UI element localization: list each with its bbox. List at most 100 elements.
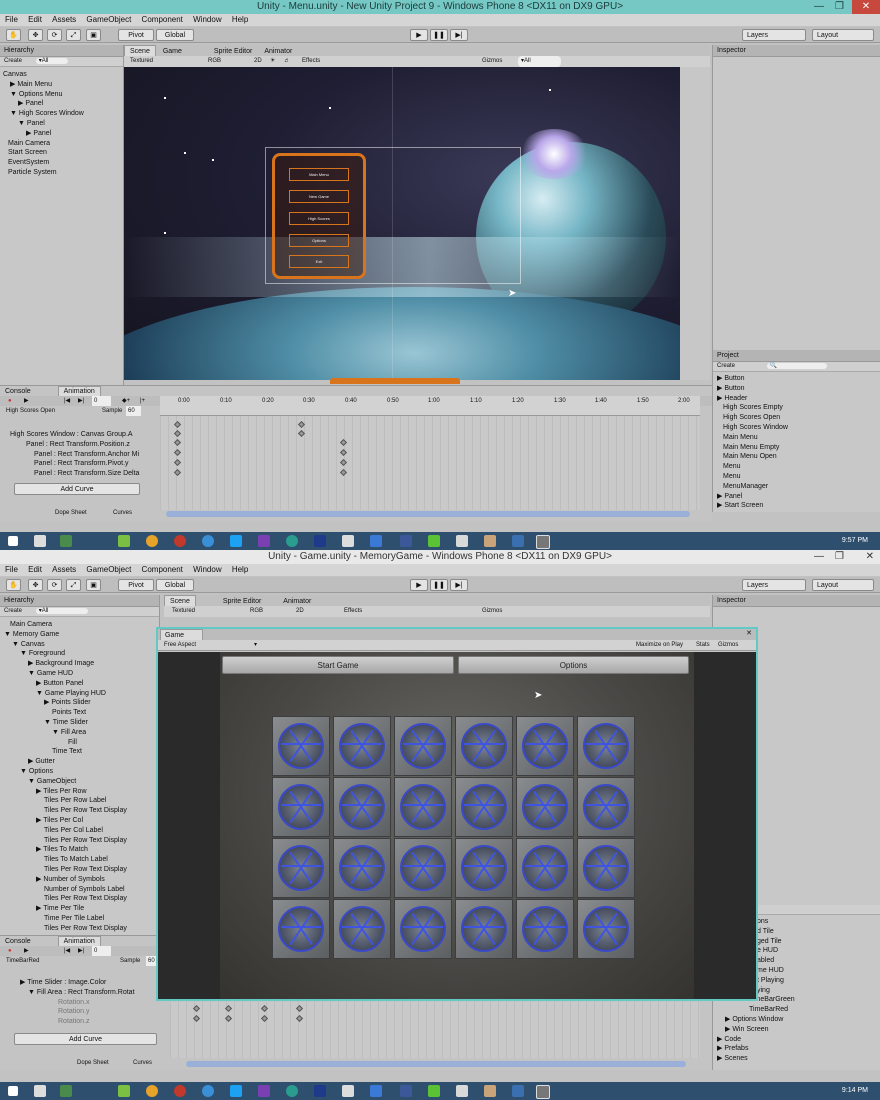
memory-tile[interactable]	[272, 899, 330, 959]
project-item[interactable]: High Scores Empty	[713, 403, 880, 413]
dope-sheet-tab[interactable]: Dope Sheet	[55, 510, 87, 516]
memory-tile[interactable]	[333, 899, 391, 959]
taskbar-app-icon[interactable]	[60, 535, 72, 547]
tree-item[interactable]: Number of Symbols Label	[0, 885, 159, 895]
memory-tile[interactable]	[516, 899, 574, 959]
menu-file[interactable]: File	[5, 565, 18, 574]
memory-tile[interactable]	[394, 777, 452, 837]
close-button[interactable]: ✕	[852, 0, 880, 14]
menu-window[interactable]: Window	[193, 565, 221, 574]
project-item[interactable]: ▶ Button	[713, 374, 880, 384]
keyframe[interactable]	[224, 1004, 233, 1013]
prev-key-icon[interactable]: |◀	[64, 396, 70, 406]
taskbar-app-icon[interactable]	[342, 535, 354, 547]
hierarchy-search[interactable]: ▾All	[35, 608, 89, 614]
maximize-on-play-toggle[interactable]: Maximize on Play	[636, 640, 683, 650]
curves-tab[interactable]: Curves	[113, 510, 132, 516]
tree-item[interactable]: ▼ Panel	[0, 119, 123, 129]
project-item[interactable]: Menu	[713, 462, 880, 472]
menu-window[interactable]: Window	[193, 15, 221, 24]
maximize-button[interactable]: ❐	[835, 0, 844, 14]
tree-item[interactable]: ▶ Gutter	[0, 757, 159, 767]
aspect-dropdown-arrow-icon[interactable]: ▾	[254, 640, 257, 650]
timeline-ruler[interactable]: 0:00 0:10 0:20 0:30 0:40 0:50 1:00 1:10 …	[160, 396, 700, 416]
tree-item[interactable]: Time Text	[0, 747, 159, 757]
clip-dropdown[interactable]: TimeBarRed	[6, 956, 39, 966]
anim-property[interactable]: ▼ Fill Area : Rect Transform.Rotat	[0, 988, 160, 998]
dope-sheet-tab[interactable]: Dope Sheet	[77, 1060, 109, 1066]
tree-item[interactable]: ▶ Tiles To Match	[0, 845, 159, 855]
curves-tab[interactable]: Curves	[133, 1060, 152, 1066]
options-menu-panel[interactable]: Main Menu New Game High Scores Options E…	[272, 153, 366, 279]
tree-item[interactable]: ▶ Tiles Per Col	[0, 816, 159, 826]
scale-tool-icon[interactable]: ⤢	[66, 29, 81, 41]
memory-tile[interactable]	[272, 777, 330, 837]
project-search[interactable]: 🔍	[766, 363, 828, 369]
tree-item[interactable]: Time Per Tile Label	[0, 914, 159, 924]
tree-item[interactable]: ▼ Options	[0, 767, 159, 777]
taskbar-app-icon[interactable]	[512, 535, 524, 547]
tree-item[interactable]: ▼ GameObject	[0, 777, 159, 787]
project-item[interactable]: Main Menu Open	[713, 452, 880, 462]
memory-tile[interactable]	[516, 716, 574, 776]
play-button[interactable]: ▶	[410, 579, 428, 591]
tree-item[interactable]: ▼ Options Menu	[0, 90, 123, 100]
exit-button[interactable]: Exit	[289, 255, 349, 268]
taskbar-app-icon[interactable]	[118, 1085, 130, 1097]
chrome-icon[interactable]	[146, 1085, 158, 1097]
step-button[interactable]: ▶|	[450, 29, 468, 41]
menu-component[interactable]: Component	[142, 15, 183, 24]
tree-item[interactable]: EventSystem	[0, 158, 123, 168]
anim-property[interactable]: Rotation.x	[0, 998, 160, 1008]
taskbar-app-icon[interactable]	[174, 535, 186, 547]
project-item[interactable]: High Scores Open	[713, 413, 880, 423]
taskbar-app-icon[interactable]	[428, 535, 440, 547]
memory-tile[interactable]	[333, 777, 391, 837]
tree-item[interactable]: Tiles Per Row Text Display	[0, 836, 159, 846]
keyframe[interactable]	[192, 1004, 201, 1013]
facebook-icon[interactable]	[400, 535, 412, 547]
global-toggle[interactable]: Global	[156, 579, 194, 591]
memory-tile[interactable]	[394, 838, 452, 898]
keyframe[interactable]	[297, 429, 306, 438]
menu-assets[interactable]: Assets	[52, 15, 76, 24]
new-game-button[interactable]: New Game	[289, 190, 349, 203]
anim-property[interactable]: Rotation.y	[0, 1007, 160, 1017]
keyframe[interactable]	[173, 420, 182, 429]
taskbar-app-icon[interactable]	[34, 1085, 46, 1097]
tree-item[interactable]: Tiles To Match Label	[0, 855, 159, 865]
chrome-icon[interactable]	[146, 535, 158, 547]
ie-icon[interactable]	[202, 535, 214, 547]
keyframe[interactable]	[339, 438, 348, 447]
tree-item[interactable]: Tiles Per Row Text Display	[0, 894, 159, 904]
photoshop-icon[interactable]	[314, 1085, 326, 1097]
rgb-dropdown[interactable]: RGB	[250, 606, 263, 617]
taskbar-app-icon[interactable]	[512, 1085, 524, 1097]
unity-icon[interactable]	[536, 535, 550, 549]
project-item[interactable]: ▶ Start Screen	[713, 501, 880, 511]
move-tool-icon[interactable]: ✥	[28, 579, 43, 591]
taskbar-app-icon[interactable]	[456, 535, 468, 547]
memory-tile[interactable]	[577, 716, 635, 776]
tree-item[interactable]: ▶ Number of Symbols	[0, 875, 159, 885]
memory-tile[interactable]	[577, 838, 635, 898]
keyframe[interactable]	[339, 458, 348, 467]
memory-tile[interactable]	[455, 838, 513, 898]
ie-icon[interactable]	[202, 1085, 214, 1097]
taskbar-app-icon[interactable]	[370, 1085, 382, 1097]
taskbar-app-icon[interactable]	[484, 535, 496, 547]
menu-gameobject[interactable]: GameObject	[86, 15, 131, 24]
rotate-tool-icon[interactable]: ⟳	[47, 29, 62, 41]
menu-edit[interactable]: Edit	[28, 15, 42, 24]
keyframe[interactable]	[173, 448, 182, 457]
tree-item[interactable]: Tiles Per Row Label	[0, 796, 159, 806]
dope-sheet-grid[interactable]	[170, 1002, 700, 1058]
project-item[interactable]: TimeBarRed	[713, 1005, 880, 1015]
game-window-close-icon[interactable]: ✕	[746, 628, 752, 639]
taskbar-app-icon[interactable]	[370, 535, 382, 547]
add-key-icon[interactable]: ◆+	[122, 396, 130, 406]
next-key-icon[interactable]: ▶|	[78, 396, 84, 406]
layout-dropdown[interactable]: Layout	[812, 29, 874, 41]
memory-tile[interactable]	[272, 838, 330, 898]
hierarchy-tab[interactable]: Hierarchy	[0, 45, 123, 57]
